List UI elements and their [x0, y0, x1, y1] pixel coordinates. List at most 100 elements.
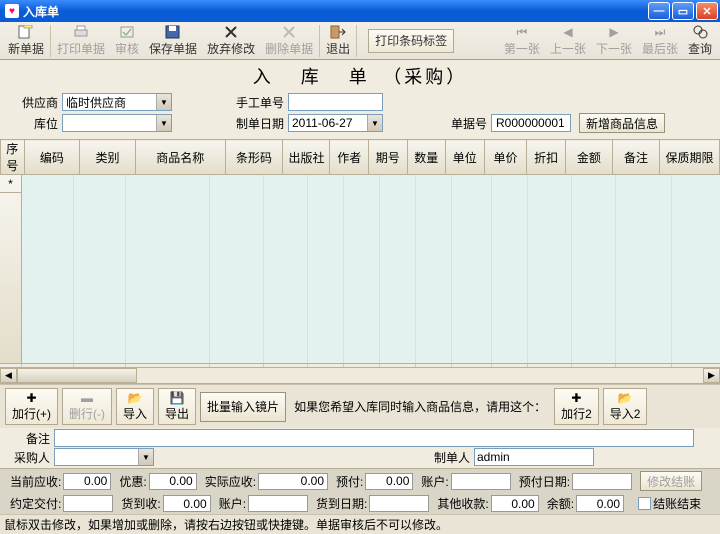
agreed-label: 约定交付: — [4, 495, 61, 512]
column-header[interactable]: 期号 — [369, 140, 408, 175]
last-icon: ⏭ — [651, 25, 669, 40]
totals-cell: 0 — [380, 364, 416, 367]
owed-field[interactable]: 0.00 — [163, 495, 211, 512]
agreed-field[interactable] — [63, 495, 113, 512]
close-checkbox-label: 结账结束 — [653, 495, 701, 512]
batch-lens-button[interactable]: 批量输入镜片 — [200, 392, 286, 422]
nav-next-button[interactable]: ▶下一张 — [591, 24, 637, 58]
query-button[interactable]: 查询 — [683, 24, 717, 58]
save-icon — [164, 25, 182, 40]
prepay-label: 预付: — [330, 473, 363, 490]
totals-cell — [492, 364, 528, 367]
maximize-button[interactable]: ▭ — [672, 2, 694, 20]
discount-field[interactable]: 0.00 — [149, 473, 197, 490]
close-button[interactable]: ✕ — [696, 2, 718, 20]
supplier-label: 供应商 — [6, 94, 62, 111]
remark-input[interactable] — [54, 429, 694, 447]
nav-first-button[interactable]: ⏮第一张 — [499, 24, 545, 58]
import-button[interactable]: 📂导入 — [116, 388, 154, 425]
window-title: 入库单 — [23, 3, 59, 20]
column-header[interactable]: 单价 — [484, 140, 527, 175]
doc-no-label: 单据号 — [443, 115, 491, 132]
nav-last-button[interactable]: ⏭最后张 — [637, 24, 683, 58]
prev-icon: ◀ — [559, 25, 577, 40]
print-barcode-button[interactable]: 打印条码标签 — [368, 29, 454, 53]
totals-cell — [452, 364, 492, 367]
column-header[interactable]: 单位 — [446, 140, 485, 175]
totals-cell: 0.00 — [528, 364, 572, 367]
column-header[interactable]: 折扣 — [527, 140, 566, 175]
scroll-left-icon[interactable]: ◀ — [0, 368, 17, 383]
totals-cell — [344, 364, 380, 367]
new-icon — [17, 25, 35, 40]
chevron-down-icon: ▼ — [156, 115, 171, 131]
exit-icon — [329, 25, 347, 40]
warehouse-combo[interactable]: ▼ — [62, 114, 172, 132]
buyer-label: 采购人 — [6, 449, 54, 466]
column-header[interactable]: 数量 — [407, 140, 446, 175]
exit-button[interactable]: 退出 — [321, 24, 355, 58]
manual-no-input[interactable] — [288, 93, 383, 111]
nav-prev-button[interactable]: ◀上一张 — [545, 24, 591, 58]
audit-icon — [118, 25, 136, 40]
scroll-thumb[interactable] — [17, 368, 137, 383]
prepay-field[interactable]: 0.00 — [365, 473, 413, 490]
balance-field[interactable]: 0.00 — [576, 495, 624, 512]
column-header[interactable]: 条形码 — [225, 140, 283, 175]
column-header[interactable]: 出版社 — [283, 140, 330, 175]
buyer-combo[interactable]: ▼ — [54, 448, 154, 466]
delete-doc-button[interactable]: 删除单据 — [260, 24, 318, 58]
add-goods-button[interactable]: 新增商品信息 — [579, 113, 665, 133]
other-recv-label: 其他收款: — [431, 495, 488, 512]
add-row-button[interactable]: ✚加行(+) — [5, 388, 58, 425]
column-header[interactable]: 作者 — [330, 140, 369, 175]
add-row2-button[interactable]: ✚加行2 — [554, 388, 599, 425]
owed-acct-field[interactable] — [248, 495, 308, 512]
column-header[interactable]: 金额 — [565, 140, 612, 175]
horizontal-scrollbar[interactable]: ◀ ▶ — [0, 367, 720, 384]
column-header[interactable]: 保质期限 — [659, 140, 719, 175]
totals-cell — [572, 364, 616, 367]
column-header[interactable]: 商品名称 — [135, 140, 225, 175]
close-checkbox[interactable] — [638, 497, 651, 510]
prepay-date-field[interactable] — [572, 473, 632, 490]
real-recv-field[interactable]: 0.00 — [258, 473, 328, 490]
folder-open-icon: 📂 — [128, 391, 143, 405]
column-header[interactable]: 备注 — [612, 140, 659, 175]
scroll-right-icon[interactable]: ▶ — [703, 368, 720, 383]
totals-cell — [126, 364, 210, 367]
edit-sum-button[interactable]: 修改结账 — [640, 471, 702, 491]
chevron-down-icon: ▼ — [138, 449, 153, 465]
chevron-down-icon: ▼ — [367, 115, 382, 131]
manual-no-label: 手工单号 — [232, 94, 288, 111]
warehouse-label: 库位 — [6, 115, 62, 132]
del-row-button[interactable]: ▬删行(-) — [62, 388, 112, 425]
save-icon: 💾 — [170, 391, 185, 405]
totals-cell — [22, 364, 74, 367]
main-grid[interactable]: 序号编码类别商品名称条形码出版社作者期号数量单位单价折扣金额备注保质期限 * 0… — [0, 139, 720, 367]
new-doc-button[interactable]: 新单据 — [3, 24, 49, 58]
export-button[interactable]: 💾导出 — [158, 388, 196, 425]
print-doc-button[interactable]: 打印单据 — [52, 24, 110, 58]
save-doc-button[interactable]: 保存单据 — [144, 24, 202, 58]
cur-recv-field[interactable]: 0.00 — [63, 473, 111, 490]
audit-button[interactable]: 审核 — [110, 24, 144, 58]
status-bar: 鼠标双击修改，如果增加或删除，请按右边按钮或快捷键。单据审核后不可以修改。 — [0, 514, 720, 534]
totals-cell — [74, 364, 126, 367]
column-header[interactable]: 编码 — [24, 140, 80, 175]
import2-button[interactable]: 📂导入2 — [603, 388, 648, 425]
column-header[interactable]: 类别 — [80, 140, 136, 175]
owed-date-label: 货到日期: — [310, 495, 367, 512]
real-recv-label: 实际应收: — [199, 473, 256, 490]
minimize-button[interactable]: — — [648, 2, 670, 20]
other-recv-field[interactable]: 0.00 — [491, 495, 539, 512]
column-header[interactable]: 序号 — [1, 140, 25, 175]
supplier-combo[interactable]: 临时供应商▼ — [62, 93, 172, 111]
make-date-picker[interactable]: 2011-06-27▼ — [288, 114, 383, 132]
lower-form: 备注 采购人 ▼ 制单人 — [0, 428, 720, 468]
maker-input[interactable] — [474, 448, 594, 466]
owed-date-field[interactable] — [369, 495, 429, 512]
plus-icon: ✚ — [26, 391, 36, 405]
discard-button[interactable]: 放弃修改 — [202, 24, 260, 58]
account-field[interactable] — [451, 473, 511, 490]
